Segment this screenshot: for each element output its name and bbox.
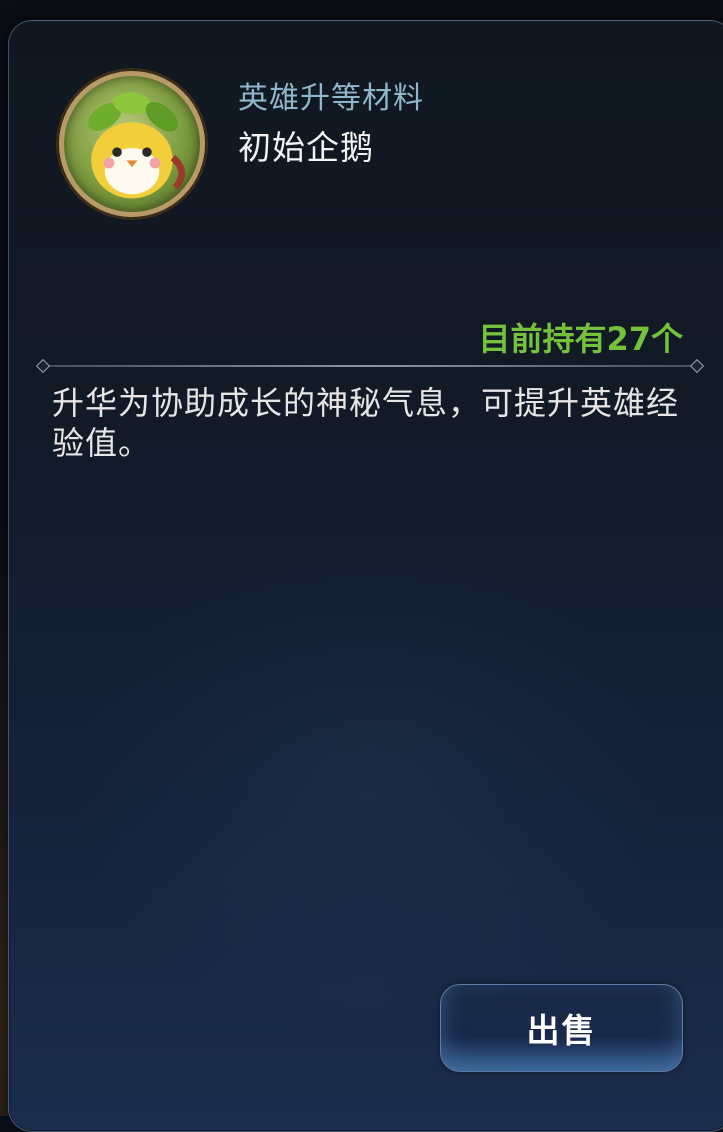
item-category-label: 英雄升等材料: [238, 81, 424, 116]
item-detail-panel: 英雄升等材料 初始企鹅 目前持有27个 升华为协助成长的神秘气息，可提升英雄经验…: [8, 20, 723, 1132]
divider-diamond-left-icon: [35, 358, 51, 374]
sell-button[interactable]: 出售: [440, 984, 683, 1072]
sell-button-label: 出售: [526, 1011, 597, 1050]
item-description: 升华为协助成长的神秘气息，可提升英雄经验值。: [52, 384, 680, 462]
penguin-with-leaf-crown-icon: [88, 92, 186, 199]
section-divider: [35, 358, 705, 374]
owned-count-text: 目前持有27个: [478, 320, 683, 358]
item-name: 初始企鹅: [238, 128, 374, 167]
divider-diamond-right-icon: [689, 358, 705, 374]
item-avatar: [59, 71, 205, 217]
